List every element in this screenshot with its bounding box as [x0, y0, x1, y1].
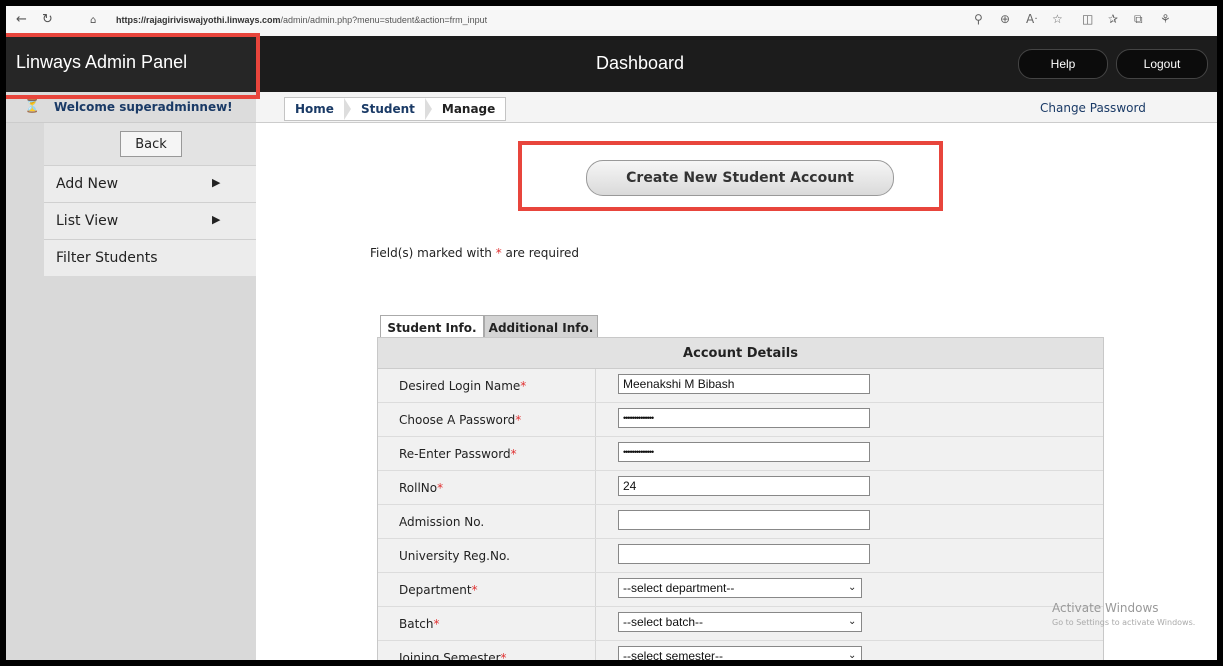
- change-password-link[interactable]: Change Password: [1040, 101, 1146, 115]
- department-select[interactable]: --select department--: [618, 578, 862, 598]
- form-row-rollno: RollNo*: [378, 471, 1103, 505]
- sidebar-item-add-new[interactable]: Add New ▶: [44, 165, 256, 202]
- favorite-star-icon[interactable]: ☆: [1052, 12, 1063, 26]
- account-details-panel: Account Details Desired Login Name* Choo…: [377, 337, 1104, 660]
- back-arrow-icon[interactable]: ←: [16, 12, 27, 27]
- caret-right-icon: ▶: [212, 176, 221, 189]
- field-label: Joining Semester*: [399, 651, 507, 660]
- caret-right-icon: ▶: [212, 213, 221, 226]
- field-label: Batch*: [399, 617, 440, 631]
- university-reg-no-input[interactable]: [618, 544, 870, 564]
- login-name-input[interactable]: [618, 374, 870, 394]
- read-aloud-icon[interactable]: Aᐧ: [1026, 12, 1037, 26]
- sidebar: Back Add New ▶ List View ▶ Filter Studen…: [6, 123, 256, 660]
- highlight-box-create-button: [518, 141, 943, 211]
- breadcrumb-manage: Manage: [441, 102, 496, 116]
- reload-icon[interactable]: ↻: [42, 12, 53, 27]
- breadcrumb-separator: [343, 98, 351, 120]
- required-fields-note: Field(s) marked with * are required: [370, 246, 580, 260]
- favorites-icon[interactable]: ✰: [1108, 12, 1118, 26]
- sidebar-item-label: Add New: [56, 176, 119, 192]
- field-label: Admission No.: [399, 515, 485, 529]
- sidebar-menu: Back Add New ▶ List View ▶ Filter Studen…: [44, 123, 256, 276]
- field-label: Desired Login Name*: [399, 379, 527, 393]
- key-icon[interactable]: ⚲: [974, 12, 983, 26]
- activate-windows-hint: Go to Settings to activate Windows.: [1052, 618, 1196, 627]
- form-row-login-name: Desired Login Name*: [378, 369, 1103, 403]
- field-label: Choose A Password*: [399, 413, 522, 427]
- logout-button[interactable]: Logout: [1116, 49, 1208, 79]
- sidebar-item-label: Filter Students: [56, 250, 158, 266]
- field-label: University Reg.No.: [399, 549, 510, 563]
- form-row-reenter-password: Re-Enter Password*: [378, 437, 1103, 471]
- field-label: Re-Enter Password*: [399, 447, 517, 461]
- activate-windows-watermark: Activate Windows: [1052, 601, 1159, 615]
- reenter-password-input[interactable]: [618, 442, 870, 462]
- sidebar-item-list-view[interactable]: List View ▶: [44, 202, 256, 239]
- batch-select[interactable]: --select batch--: [618, 612, 862, 632]
- section-title: Account Details: [378, 338, 1103, 369]
- zoom-icon[interactable]: ⊕: [1000, 12, 1010, 26]
- password-input[interactable]: [618, 408, 870, 428]
- screen: ← ↻ ⌂ https://rajagiriviswajyothi.linway…: [6, 6, 1217, 660]
- form-row-department: Department* --select department-- ⌄: [378, 573, 1103, 607]
- breadcrumb-separator: [424, 98, 432, 120]
- extensions-icon[interactable]: ⚘: [1160, 12, 1171, 26]
- collections-icon[interactable]: ⧉: [1134, 12, 1143, 27]
- field-label: RollNo*: [399, 481, 444, 495]
- field-label: Department*: [399, 583, 478, 597]
- split-screen-icon[interactable]: ◫: [1082, 12, 1093, 26]
- user-icon: ⏳: [24, 99, 41, 114]
- address-bar[interactable]: https://rajagiriviswajyothi.linways.com/…: [116, 15, 487, 25]
- sidebar-item-label: List View: [56, 213, 119, 229]
- rollno-input[interactable]: [618, 476, 870, 496]
- form-row-admission-no: Admission No.: [378, 505, 1103, 539]
- form-row-batch: Batch* --select batch-- ⌄: [378, 607, 1103, 641]
- breadcrumb-student[interactable]: Student: [351, 102, 425, 116]
- form-row-password: Choose A Password*: [378, 403, 1103, 437]
- help-button[interactable]: Help: [1018, 49, 1108, 79]
- welcome-text: Welcome superadminnew!: [54, 100, 233, 114]
- joining-semester-select[interactable]: --select semester--: [618, 646, 862, 660]
- form-row-joining-semester: Joining Semester* --select semester-- ⌄: [378, 641, 1103, 660]
- form-row-university-reg-no: University Reg.No.: [378, 539, 1103, 573]
- breadcrumb-home[interactable]: Home: [285, 102, 344, 116]
- admission-no-input[interactable]: [618, 510, 870, 530]
- sidebar-item-filter-students[interactable]: Filter Students: [44, 239, 256, 276]
- back-button[interactable]: Back: [120, 131, 182, 157]
- breadcrumb: Home Student Manage: [284, 97, 507, 121]
- highlight-box-brand: [6, 33, 260, 99]
- page-title: Dashboard: [596, 53, 685, 73]
- lock-icon: ⌂: [90, 15, 97, 26]
